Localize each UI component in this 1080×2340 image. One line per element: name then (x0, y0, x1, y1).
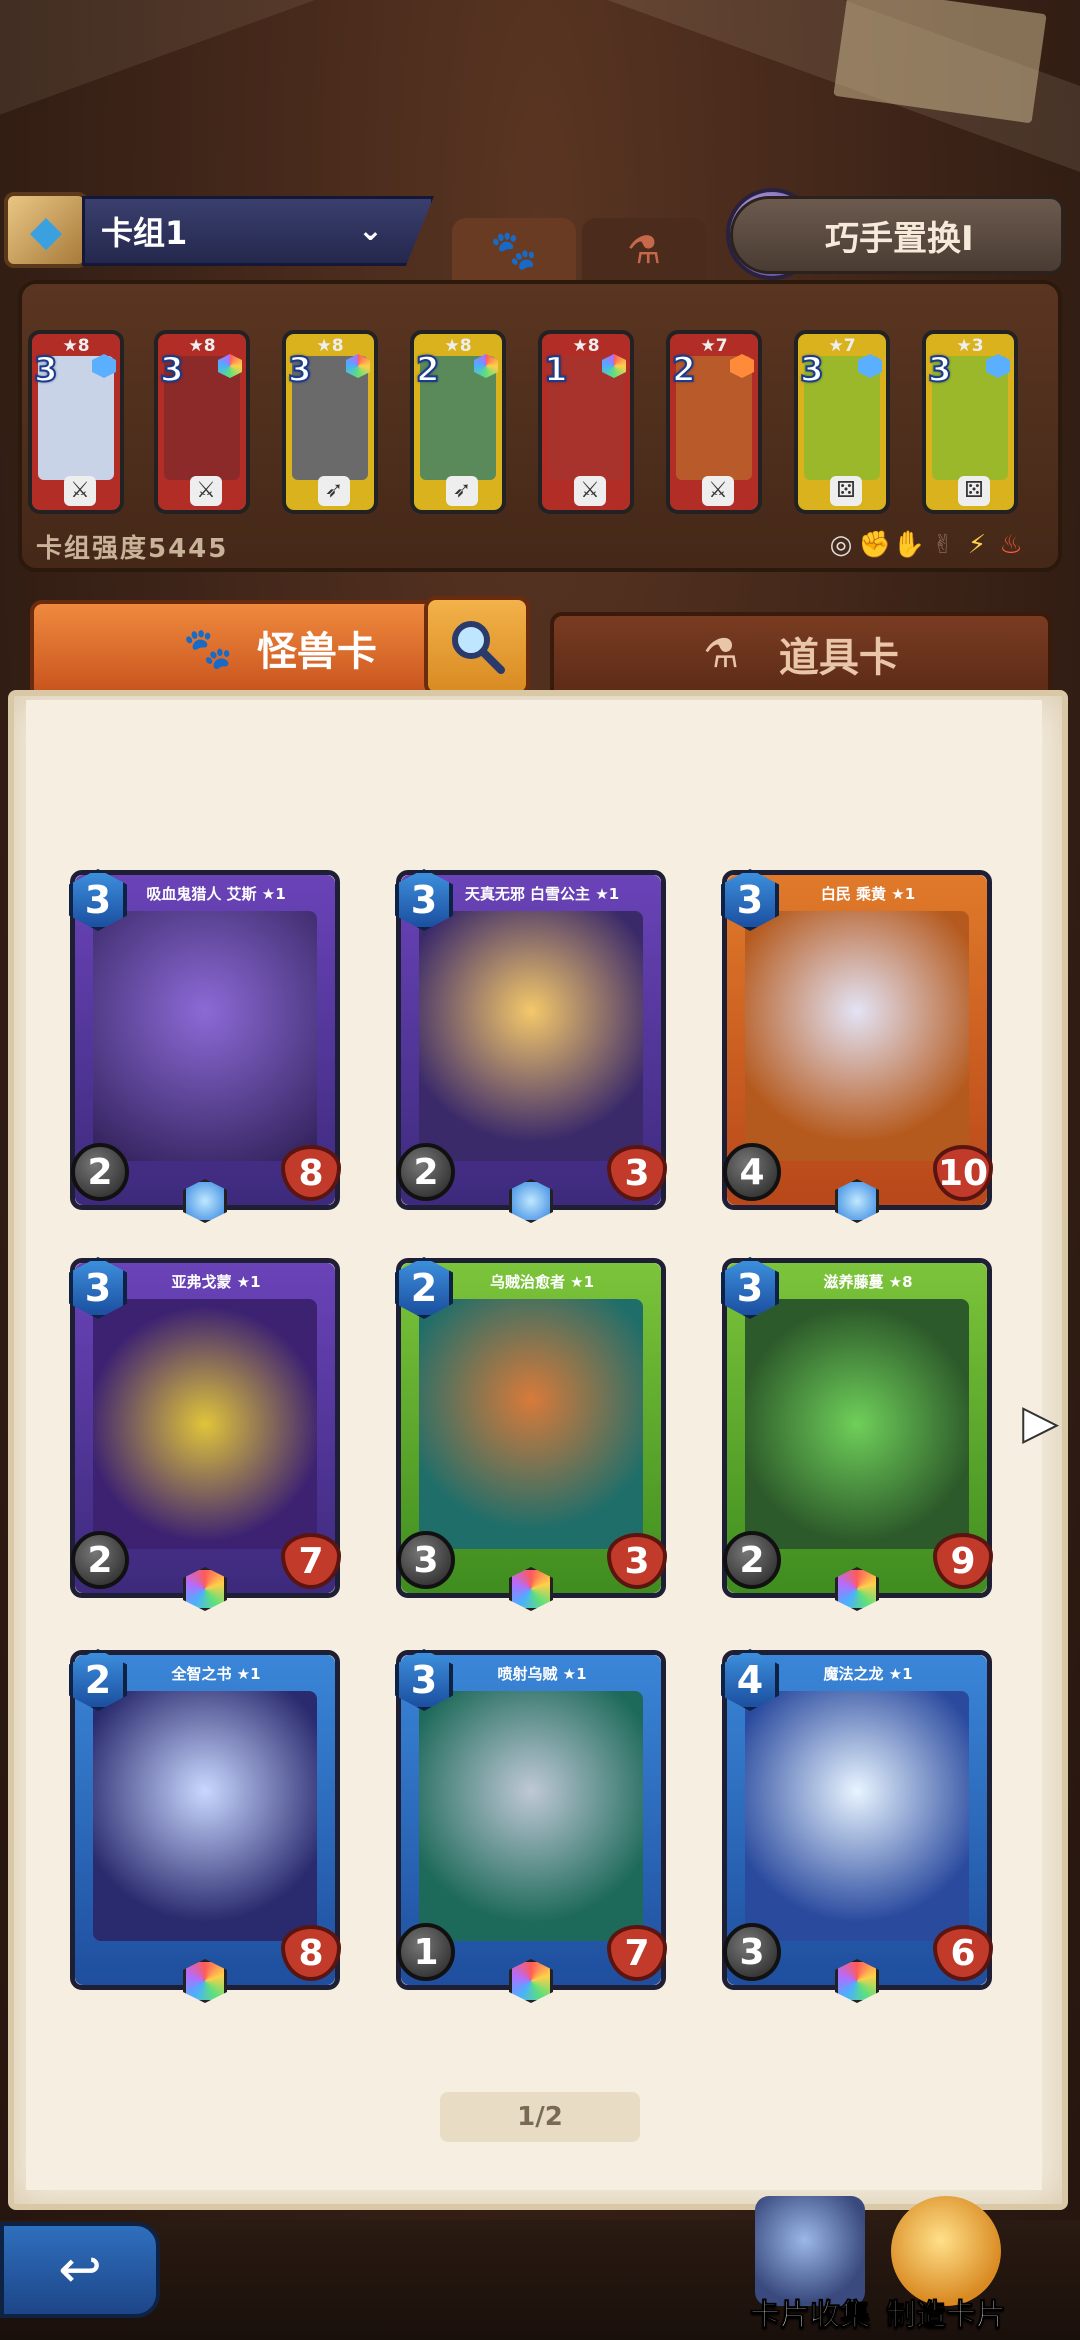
lightning-icon: ⚡ (967, 530, 987, 560)
craft-card-button[interactable]: 制造卡片 (876, 2196, 1016, 2336)
card-art (93, 911, 317, 1161)
card-name: 魔法之龙 ★1 (823, 1665, 913, 1683)
sword-icon: ⚔ (702, 476, 734, 506)
page-indicator: 1/2 (440, 2092, 640, 2142)
card-attack: 3 (397, 1531, 455, 1589)
card-art (419, 1691, 643, 1941)
card-name: 喷射乌贼 ★1 (497, 1665, 587, 1683)
card-art (93, 1299, 317, 1549)
monster-card[interactable]: 吸血鬼猎人 艾斯 ★1 3 2 8 (69, 869, 341, 1223)
deck-card[interactable]: ★8 3 ⚔ (28, 330, 124, 514)
card-art (745, 1691, 969, 1941)
card-attack: 2 (71, 1143, 129, 1201)
dice-icon: ⚄ (958, 476, 990, 506)
monster-card[interactable]: 喷射乌贼 ★1 3 1 7 (395, 1649, 667, 2003)
deck-power: 卡组强度5445 (36, 534, 229, 564)
card-attack: 2 (723, 1531, 781, 1589)
card-art (419, 1299, 643, 1549)
deck-card[interactable]: ★8 3 ⚔ (154, 330, 250, 514)
claw-icon: ✌ (932, 530, 954, 560)
card-name: 全智之书 ★1 (171, 1665, 261, 1683)
next-page-arrow-icon[interactable]: ▶ (1020, 1394, 1060, 1450)
card-art (419, 911, 643, 1161)
back-button[interactable]: ↩ (0, 2222, 160, 2318)
card-name: 亚弗戈蒙 ★1 (171, 1273, 261, 1291)
deck-card-cost: 2 (671, 349, 697, 391)
craft-card-label: 制造卡片 (886, 2298, 1007, 2334)
card-health: 10 (933, 1145, 993, 1201)
monster-card[interactable]: 滋养藤蔓 ★8 3 2 9 (721, 1257, 993, 1611)
card-attack: 2 (71, 1531, 129, 1589)
hand-icon: ✋ (892, 530, 926, 560)
deck-card-cost: 3 (799, 349, 825, 391)
deck-card[interactable]: ★7 3 ⚄ (794, 330, 890, 514)
monster-card[interactable]: 天真无邪 白雪公主 ★1 3 2 3 (395, 869, 667, 1223)
fire-icon: ♨ (999, 530, 1023, 560)
deck-card-cost: 2 (415, 349, 441, 391)
card-name: 乌贼治愈者 ★1 (489, 1273, 595, 1291)
tab-item-cards[interactable]: ⚗ 道具卡 (550, 612, 1052, 696)
search-icon (452, 621, 505, 674)
deck-card-cost: 3 (159, 349, 185, 391)
chevron-down-icon: ⌄ (357, 213, 383, 248)
search-button[interactable] (424, 596, 530, 696)
tab-item-label: 道具卡 (778, 635, 899, 681)
sword-icon: ⚔ (190, 476, 222, 506)
swap-button[interactable]: 巧手置换I (730, 196, 1064, 274)
tab-monster-label: 怪兽卡 (256, 629, 377, 675)
deck-card[interactable]: ★8 2 ➶ (410, 330, 506, 514)
sword-icon: ⚔ (574, 476, 606, 506)
card-name: 天真无邪 白雪公主 ★1 (464, 885, 620, 903)
card-name: 吸血鬼猎人 艾斯 ★1 (146, 885, 286, 903)
deck-book-icon[interactable]: ◆ (4, 192, 88, 268)
back-arrow-icon: ↩ (58, 2240, 102, 2300)
card-name: 滋养藤蔓 ★8 (823, 1273, 913, 1291)
card-attack: 4 (723, 1143, 781, 1201)
card-name: 白民 乘黄 ★1 (820, 885, 916, 903)
deck-card-cost: 1 (543, 349, 569, 391)
bow-icon: ➶ (446, 476, 478, 506)
monster-card[interactable]: 魔法之龙 ★1 4 3 6 (721, 1649, 993, 2003)
paw-icon: 🐾 (183, 625, 233, 672)
swap-label: 巧手置换I (825, 218, 974, 259)
monster-card[interactable]: 白民 乘黄 ★1 3 4 10 (721, 869, 993, 1223)
card-attack: 1 (397, 1923, 455, 1981)
potion-icon: ⚗ (703, 631, 739, 677)
deck-card[interactable]: ★3 3 ⚄ (922, 330, 1018, 514)
deck-filter-monster-tab[interactable]: 🐾 (452, 218, 576, 282)
card-collection-button[interactable]: 卡片收集 (740, 2196, 880, 2336)
potion-icon: ⚗ (626, 228, 662, 272)
deck-card[interactable]: ★8 1 ⚔ (538, 330, 634, 514)
target-icon: ◎ (829, 530, 853, 560)
sword-icon: ⚔ (64, 476, 96, 506)
paw-icon: 🐾 (490, 227, 538, 272)
monster-card[interactable]: 乌贼治愈者 ★1 2 3 3 (395, 1257, 667, 1611)
element-icons: ◎ ✊ ✋ ✌ ⚡ ♨ (826, 530, 1026, 560)
deck-card-cost: 3 (287, 349, 313, 391)
card-art (93, 1691, 317, 1941)
bow-icon: ➶ (318, 476, 350, 506)
deck-name: 卡组1 (101, 214, 188, 252)
fist-icon: ✊ (858, 530, 892, 560)
monster-card[interactable]: 全智之书 ★1 2 8 (69, 1649, 341, 2003)
dice-icon: ⚄ (830, 476, 862, 506)
monster-card[interactable]: 亚弗戈蒙 ★1 3 2 7 (69, 1257, 341, 1611)
deck-filter-item-tab[interactable]: ⚗ (582, 218, 706, 282)
card-art (745, 1299, 969, 1549)
deck-card[interactable]: ★8 3 ➶ (282, 330, 378, 514)
deck-card-list: ★8 3 ⚔ ★8 3 ⚔ ★8 3 ➶ ★8 2 ➶ ★8 1 ⚔ ★7 2 … (28, 330, 1058, 520)
card-attack: 3 (723, 1923, 781, 1981)
deck-card[interactable]: ★7 2 ⚔ (666, 330, 762, 514)
deck-card-cost: 3 (927, 349, 953, 391)
card-attack: 2 (397, 1143, 455, 1201)
deck-card-cost: 3 (33, 349, 59, 391)
card-art (745, 911, 969, 1161)
deck-selector[interactable]: 卡组1 ⌄ (82, 196, 434, 266)
